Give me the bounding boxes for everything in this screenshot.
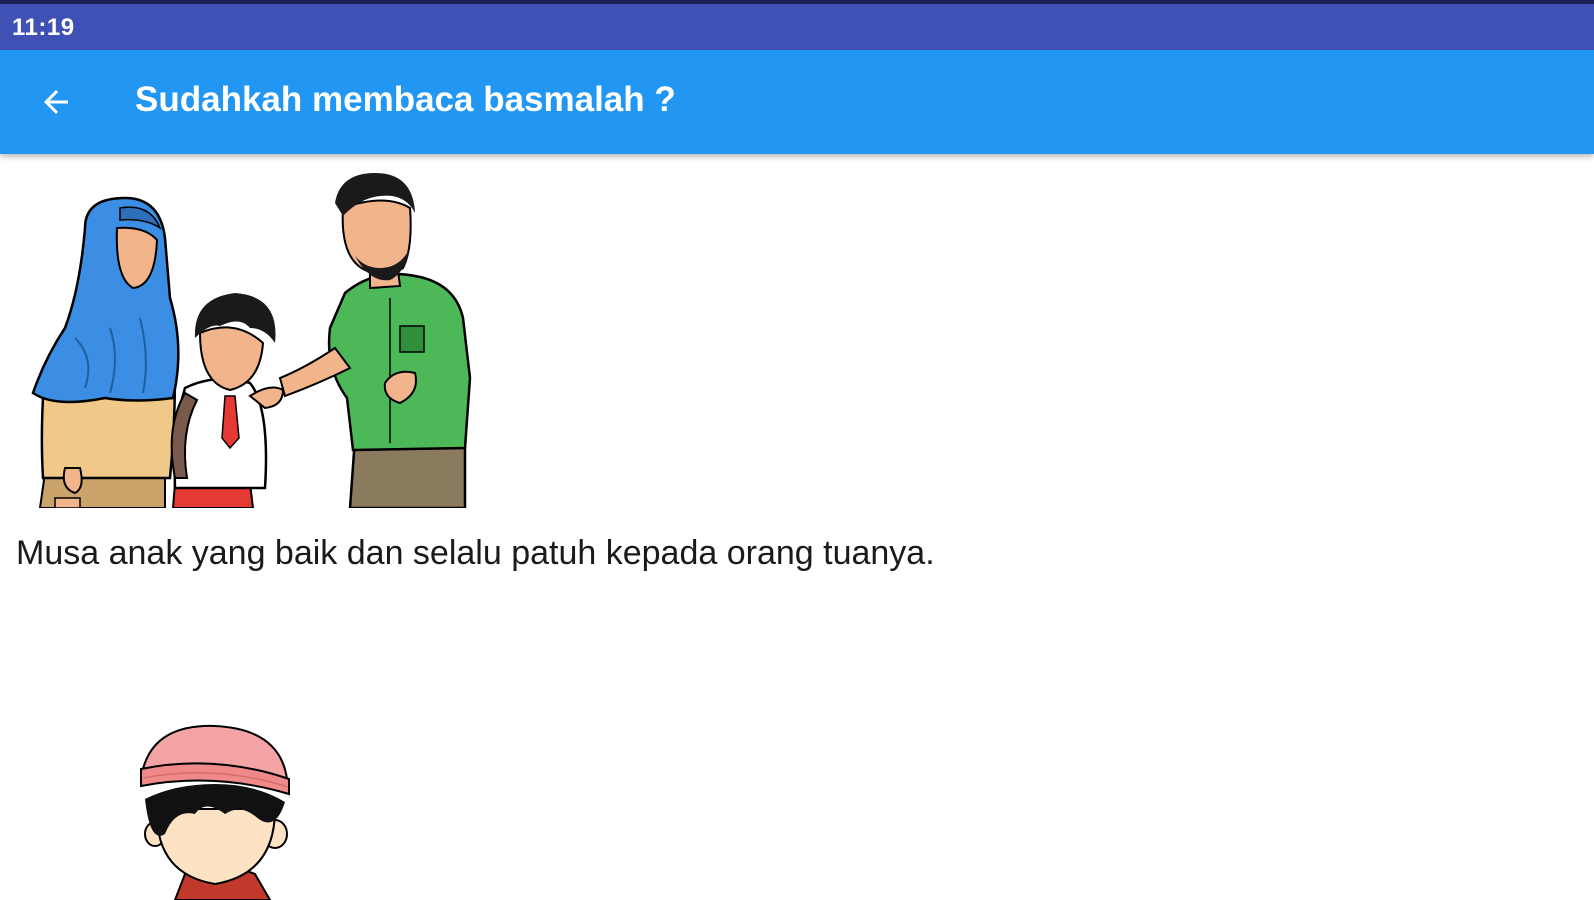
story-text: Musa anak yang baik dan selalu patuh kep…: [16, 534, 935, 572]
story-content: Musa anak yang baik dan selalu patuh kep…: [0, 154, 1594, 900]
page-title: Sudahkah membaca basmalah ?: [135, 80, 676, 119]
boy-with-cap-illustration: [140, 724, 290, 900]
father-figure: [278, 173, 472, 508]
app-screen: 11:19 Sudahkah membaca basmalah ? Musa a…: [0, 0, 1594, 900]
family-illustration: [31, 173, 472, 508]
status-bar: 11:19: [0, 0, 1594, 50]
child-figure: [170, 293, 285, 508]
back-button[interactable]: [24, 70, 88, 134]
arrow-left-icon: [44, 90, 68, 114]
mother-figure: [31, 196, 180, 508]
app-bar: Sudahkah membaca basmalah ?: [0, 50, 1594, 154]
status-time: 11:19: [12, 14, 75, 41]
